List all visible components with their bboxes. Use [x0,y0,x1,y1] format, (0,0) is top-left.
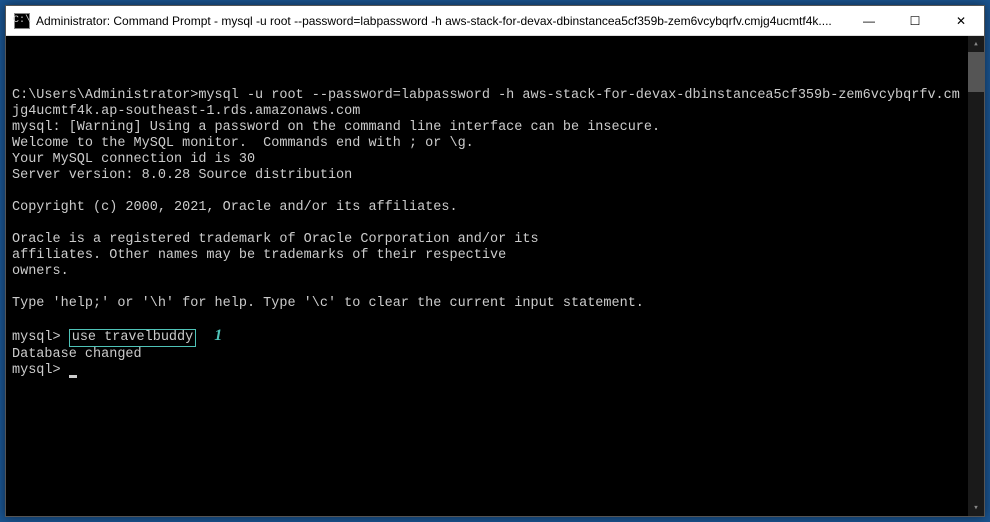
mysql-prompt: mysql> [12,330,69,345]
window-title: Administrator: Command Prompt - mysql -u… [36,14,846,28]
terminal-line: mysql: [Warning] Using a password on the… [12,120,660,135]
terminal-content: C:\Users\Administrator>mysql -u root --p… [12,72,978,395]
terminal-area[interactable]: C:\Users\Administrator>mysql -u root --p… [6,36,984,516]
window-controls: — ☐ ✕ [846,6,984,35]
terminal-line: Welcome to the MySQL monitor. Commands e… [12,136,474,151]
scroll-up-icon[interactable]: ▴ [968,36,984,52]
maximize-button[interactable]: ☐ [892,6,938,36]
scroll-down-icon[interactable]: ▾ [968,500,984,516]
command-prompt-window: C:\ Administrator: Command Prompt - mysq… [5,5,985,517]
terminal-line: owners. [12,264,69,279]
mysql-prompt: mysql> [12,363,69,378]
terminal-line: Type 'help;' or '\h' for help. Type '\c'… [12,296,644,311]
scrollbar[interactable]: ▴ ▾ [968,36,984,516]
highlighted-command: use travelbuddy [69,329,197,347]
minimize-button[interactable]: — [846,6,892,36]
terminal-line: Your MySQL connection id is 30 [12,152,255,167]
terminal-line: Database changed [12,347,142,362]
terminal-line: affiliates. Other names may be trademark… [12,248,506,263]
terminal-line: C:\Users\Administrator>mysql -u root --p… [12,88,960,119]
terminal-line: Copyright (c) 2000, 2021, Oracle and/or … [12,200,458,215]
titlebar[interactable]: C:\ Administrator: Command Prompt - mysq… [6,6,984,36]
callout-marker: 1 [214,328,222,344]
cursor-icon [69,375,77,378]
close-button[interactable]: ✕ [938,6,984,36]
terminal-line: Server version: 8.0.28 Source distributi… [12,168,352,183]
cmd-icon: C:\ [14,13,30,29]
terminal-line: Oracle is a registered trademark of Orac… [12,232,539,247]
scrollbar-thumb[interactable] [968,52,984,92]
